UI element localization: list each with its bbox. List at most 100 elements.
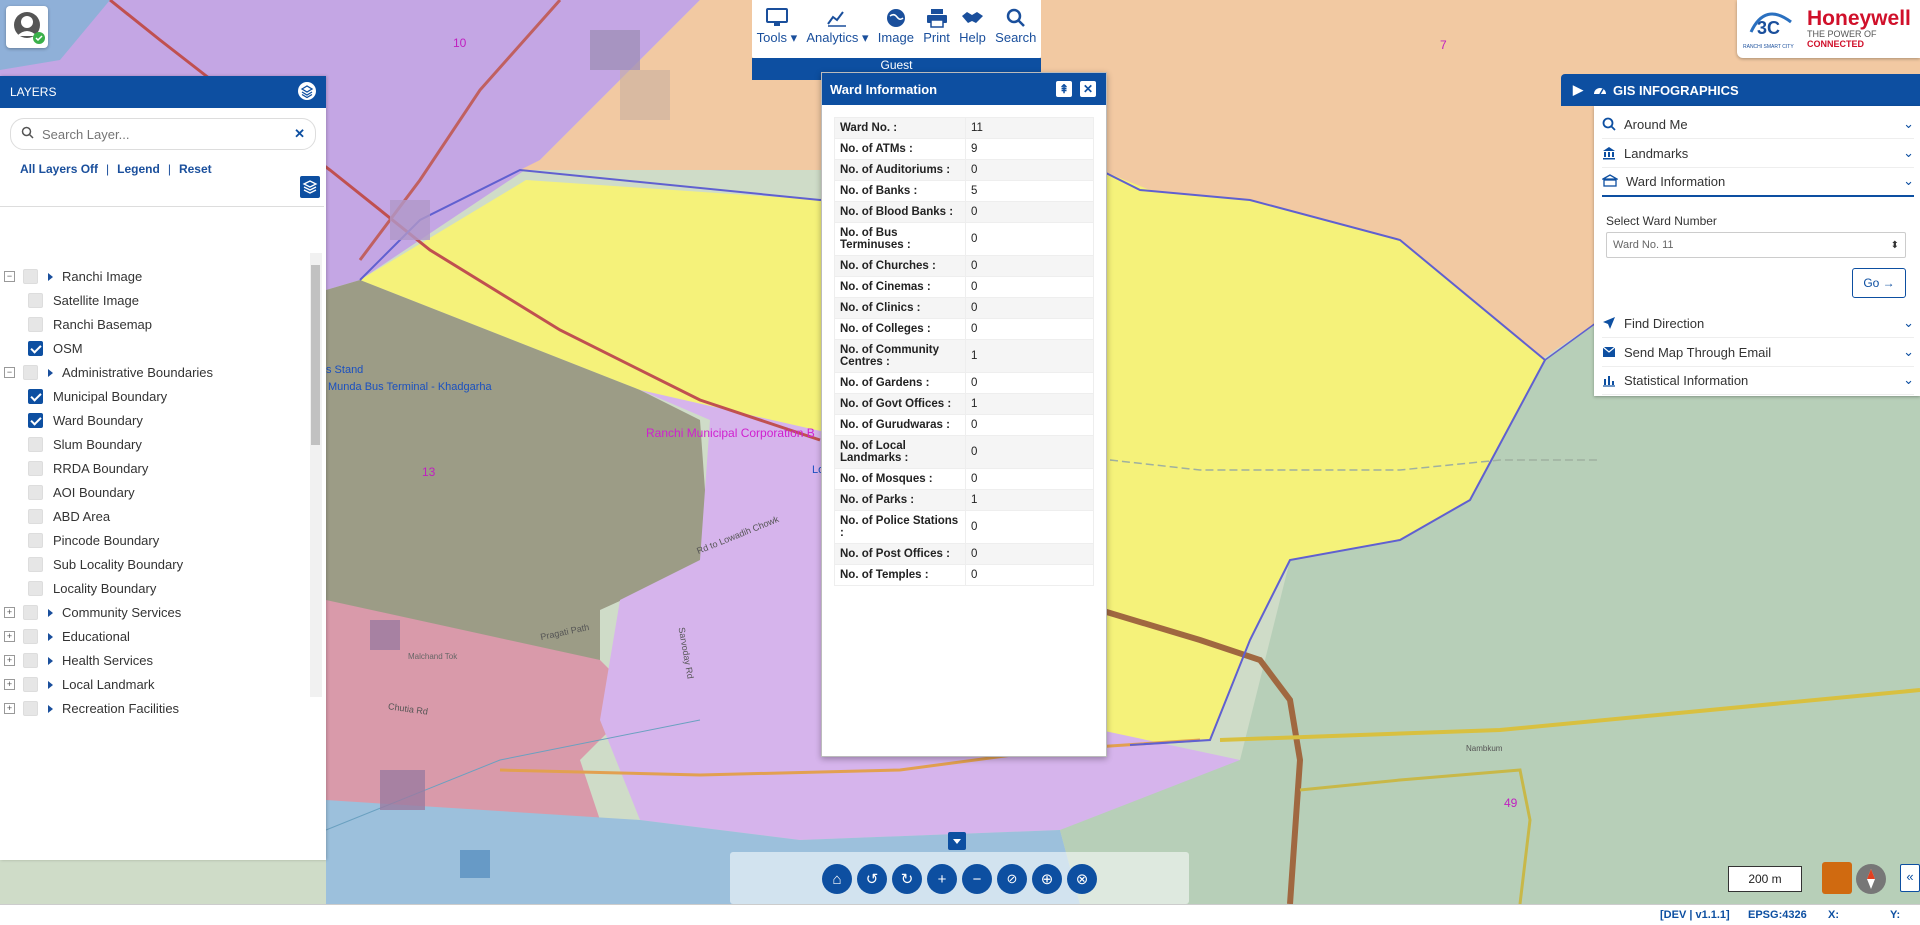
layer-checkbox[interactable] (28, 317, 43, 332)
reset-link[interactable]: Reset (179, 162, 212, 176)
home-button[interactable]: ⌂ (822, 864, 852, 894)
hide-button[interactable]: ⊘ (997, 864, 1027, 894)
layer-group-health-services[interactable]: + Health Services (4, 653, 153, 668)
layers-stack-icon[interactable] (298, 81, 316, 103)
layer-tree: − Ranchi Image Satellite Image Ranchi Bas… (0, 206, 324, 716)
zoom-out-button[interactable]: − (962, 864, 992, 894)
layer-group-ranchi-image[interactable]: − Ranchi Image (4, 269, 142, 284)
globe-icon (885, 6, 907, 30)
layer-search-input[interactable] (40, 125, 295, 143)
close-icon[interactable]: ✕ (1080, 81, 1096, 97)
expand-icon[interactable]: + (4, 631, 15, 642)
layer-checkbox[interactable] (23, 653, 38, 668)
layer-group-local-landmark[interactable]: + Local Landmark (4, 677, 155, 692)
compass-icon[interactable] (1856, 864, 1886, 894)
layer-checkbox[interactable] (28, 437, 43, 452)
expand-icon[interactable]: + (4, 607, 15, 618)
layer-checkbox[interactable] (23, 701, 38, 716)
layer-checkbox[interactable] (23, 605, 38, 620)
layer-checkbox[interactable] (28, 413, 43, 428)
caret-down-icon (953, 839, 961, 844)
layer-checkbox[interactable] (23, 365, 38, 380)
layer-checkbox[interactable] (23, 269, 38, 284)
layer-item-sub-locality-boundary[interactable]: Sub Locality Boundary (28, 557, 183, 572)
layer-label: OSM (53, 341, 83, 356)
search-button[interactable]: Search (995, 6, 1036, 45)
user-avatar[interactable] (6, 6, 48, 48)
ward-number-select[interactable]: Ward No. 11 ⬍ (1606, 232, 1906, 258)
caret-right-icon[interactable]: ▶ (1573, 82, 1583, 98)
layer-item-rrda-boundary[interactable]: RRDA Boundary (28, 461, 148, 476)
layer-checkbox[interactable] (28, 293, 43, 308)
layer-group-administrative[interactable]: − Administrative Boundaries (4, 365, 213, 380)
expand-icon[interactable]: + (4, 655, 15, 666)
go-button[interactable]: Go → (1852, 268, 1906, 298)
select-ward-label: Select Ward Number (1606, 214, 1717, 228)
accordion-ward-information[interactable]: Ward Information ⌄ (1602, 167, 1914, 197)
layer-checkbox[interactable] (28, 581, 43, 596)
layer-item-pincode-boundary[interactable]: Pincode Boundary (28, 533, 159, 548)
bar-chart-icon (1603, 376, 1615, 387)
layer-item-abd-area[interactable]: ABD Area (28, 509, 110, 524)
ward-info-value: 1 (965, 393, 1094, 415)
layer-checkbox[interactable] (28, 389, 43, 404)
layer-checkbox[interactable] (28, 341, 43, 356)
redo-icon: ↻ (900, 871, 914, 888)
layer-item-osm[interactable]: OSM (28, 341, 83, 356)
print-button[interactable]: Print (923, 6, 950, 45)
accordion-send-map[interactable]: Send Map Through Email ⌄ (1602, 338, 1914, 367)
layer-checkbox[interactable] (28, 533, 43, 548)
help-button[interactable]: Help (959, 6, 986, 45)
layer-checkbox[interactable] (28, 509, 43, 524)
ward-info-key: No. of Post Offices : (834, 543, 966, 565)
toggle-nav-button[interactable] (948, 832, 966, 850)
layer-item-slum-boundary[interactable]: Slum Boundary (28, 437, 142, 452)
tools-menu[interactable]: Tools ▾ (756, 6, 797, 46)
analytics-menu[interactable]: Analytics ▾ (806, 6, 869, 46)
layer-item-municipal-boundary[interactable]: Municipal Boundary (28, 389, 167, 404)
layer-item-ward-boundary[interactable]: Ward Boundary (28, 413, 143, 428)
accordion-around-me[interactable]: Around Me ⌄ (1602, 110, 1914, 139)
redo-button[interactable]: ↻ (892, 864, 922, 894)
layer-item-locality-boundary[interactable]: Locality Boundary (28, 581, 156, 596)
all-layers-off-link[interactable]: All Layers Off (20, 162, 98, 176)
legend-link[interactable]: Legend (117, 162, 160, 176)
zoom-in-button[interactable]: + (927, 864, 957, 894)
layer-checkbox[interactable] (23, 677, 38, 692)
accordion-landmarks[interactable]: Landmarks ⌄ (1602, 139, 1914, 168)
collapse-icon[interactable]: − (4, 367, 15, 378)
pin-icon[interactable]: ⇞ (1056, 81, 1072, 97)
layer-checkbox[interactable] (28, 461, 43, 476)
layer-checkbox[interactable] (23, 629, 38, 644)
expand-icon[interactable]: + (4, 703, 15, 714)
accordion-statistical-information[interactable]: Statistical Information ⌄ (1602, 366, 1914, 395)
layer-label: Municipal Boundary (53, 389, 168, 404)
locate-button[interactable]: ⊕ (1032, 864, 1062, 894)
layer-group-educational[interactable]: + Educational (4, 629, 130, 644)
collapse-icon[interactable]: − (4, 271, 15, 282)
layer-scrollbar[interactable] (310, 253, 322, 697)
handshake-icon (961, 6, 985, 30)
image-button[interactable]: Image (878, 6, 914, 45)
layer-item-satellite-image[interactable]: Satellite Image (28, 293, 139, 308)
layer-group-community-services[interactable]: + Community Services (4, 605, 181, 620)
layers-icon (302, 180, 318, 194)
layer-group-recreation-facilities[interactable]: + Recreation Facilities (4, 701, 179, 716)
layer-options-button[interactable] (300, 176, 320, 198)
ward-info-row: No. of Govt Offices :1 (834, 393, 1094, 415)
layer-item-aoi-boundary[interactable]: AOI Boundary (28, 485, 135, 500)
clear-search-icon[interactable]: ✕ (294, 126, 305, 142)
honeywell-logo: 3C RANCHI SMART CITY Honeywell THE POWER… (1737, 0, 1920, 58)
layer-label: Ward Boundary (53, 413, 143, 428)
accordion-find-direction[interactable]: Find Direction ⌄ (1602, 309, 1914, 338)
expand-panel-button[interactable]: « (1900, 864, 1920, 892)
search-icon (21, 126, 34, 142)
layer-item-ranchi-basemap[interactable]: Ranchi Basemap (28, 317, 152, 332)
clear-button[interactable]: ⊗ (1067, 864, 1097, 894)
layer-checkbox[interactable] (28, 557, 43, 572)
undo-button[interactable]: ↺ (857, 864, 887, 894)
gis-infographics-header[interactable]: ▶ GIS INFOGRAPHICS (1561, 74, 1920, 106)
expand-icon[interactable]: + (4, 679, 15, 690)
layer-checkbox[interactable] (28, 485, 43, 500)
tools-label: Tools (756, 30, 787, 45)
